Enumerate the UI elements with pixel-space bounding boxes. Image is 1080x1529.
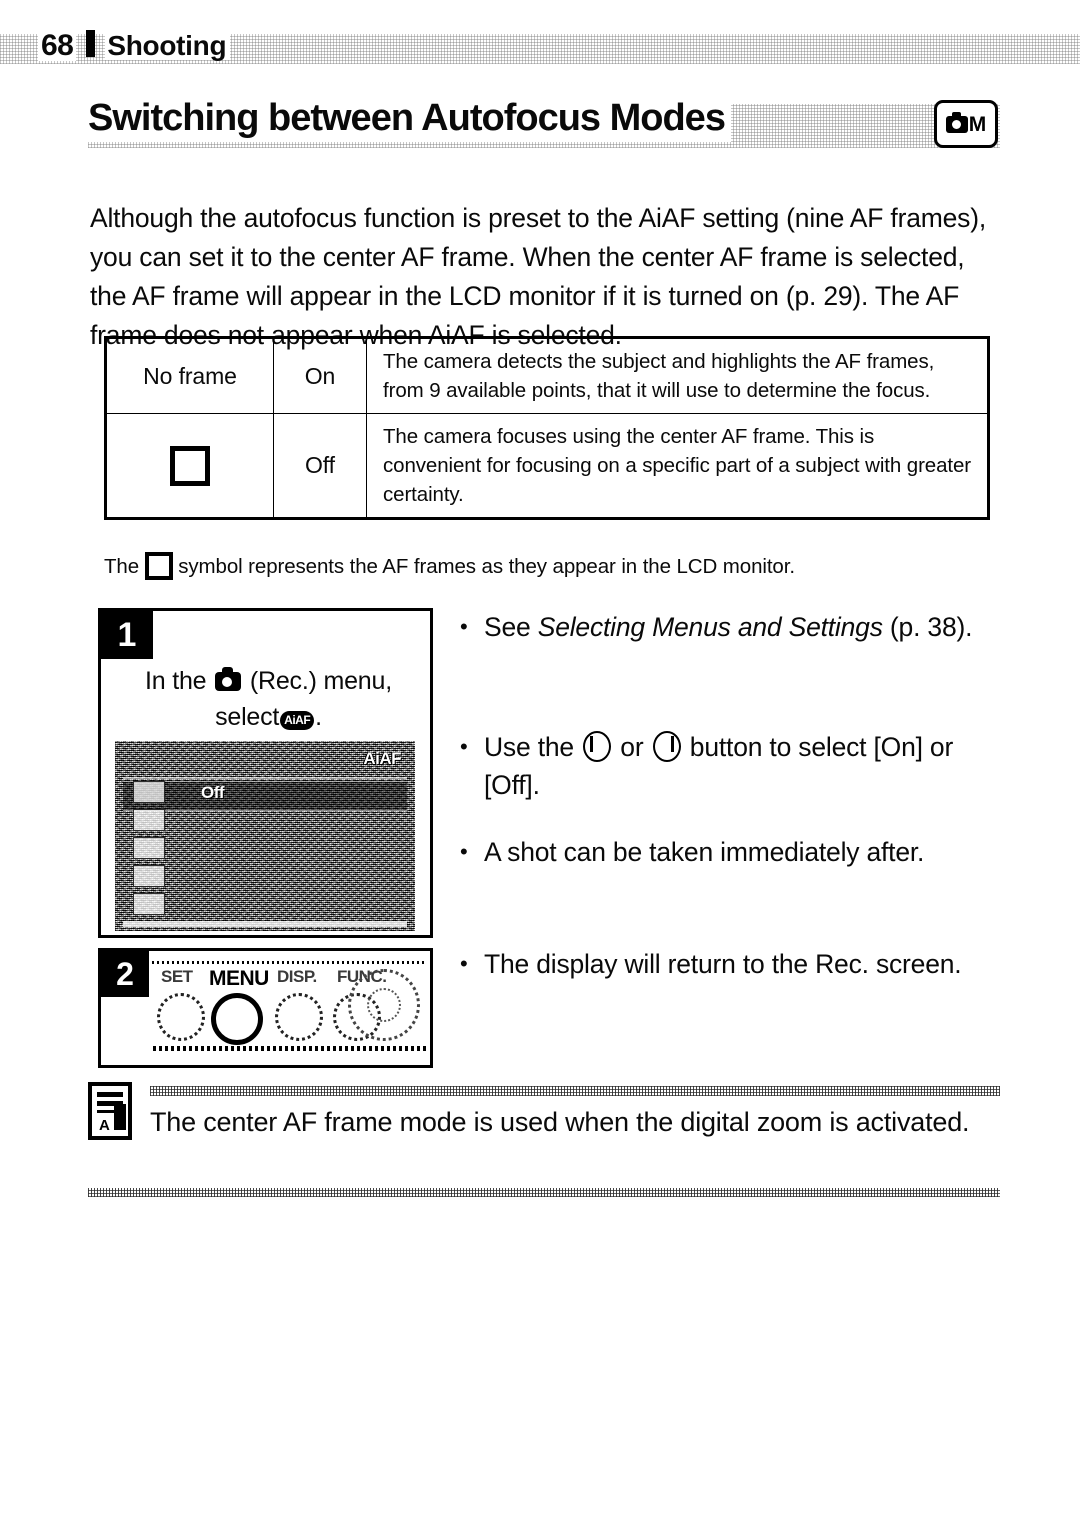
camera-edge-top	[147, 961, 426, 964]
bullet-display-returns: The display will return to the Rec. scre…	[458, 945, 962, 983]
mode-badge: M	[934, 100, 998, 148]
mode-badge-letter: M	[968, 112, 987, 136]
left-arrow-button-icon	[583, 731, 612, 762]
table-row: Off The camera focuses using the center …	[105, 413, 989, 519]
camera-icon	[215, 667, 242, 691]
lcd-menu-icon	[133, 837, 165, 859]
camera-button-label-set: SET	[161, 967, 193, 986]
page-header: 68 Shooting	[0, 28, 1080, 66]
row-state: Off	[273, 413, 367, 519]
camera-button-set[interactable]	[157, 993, 205, 1041]
memo-icon: A	[88, 1082, 132, 1140]
bullet-lead: Use the	[484, 732, 574, 762]
bullet-lead: See	[484, 612, 531, 642]
symbol-note: The symbol represents the AF frames as t…	[104, 551, 1004, 582]
header-tick-mark	[86, 30, 96, 57]
row-description: The camera focuses using the center AF f…	[366, 413, 989, 519]
lcd-menu-icon	[133, 781, 165, 803]
bullet-see-reference: See Selecting Menus and Settings (p. 38)…	[458, 608, 972, 646]
header-content: 68 Shooting	[38, 28, 231, 61]
lcd-menu-icon	[133, 865, 165, 887]
note-rule-top	[150, 1086, 1000, 1096]
camera-button-label-menu: MENU	[209, 967, 269, 990]
step-number-1: 1	[101, 611, 153, 659]
lcd-bottom-bar	[123, 921, 407, 927]
step-number-2: 2	[101, 951, 149, 997]
row-symbol: No frame	[105, 337, 274, 414]
lcd-menu-icon	[133, 809, 165, 831]
step-panel-1: 1 In the (Rec.) menu, select AiAF. AiAF O…	[98, 608, 433, 938]
af-mode-table: No frame On The camera detects the subje…	[104, 336, 990, 520]
section-heading: Switching between Autofocus Modes M	[88, 96, 1000, 152]
row-description: The camera detects the subject and highl…	[366, 337, 989, 414]
table-row: No frame On The camera detects the subje…	[105, 337, 989, 414]
caption-part-4: .	[315, 703, 322, 731]
aiaf-icon: AiAF	[280, 711, 315, 730]
camera-button-label-disp: DISP.	[277, 967, 317, 986]
af-frame-square-icon	[144, 551, 173, 580]
bullet-use-buttons: Use the or button to select [On] or [Off…	[458, 728, 1000, 804]
bullet-italic-reference: Selecting Menus and Settings	[537, 612, 883, 642]
bullet-mid: or	[620, 732, 644, 762]
bullet-shot-immediately: A shot can be taken immediately after.	[458, 833, 924, 871]
lcd-menu-icon-column	[133, 781, 179, 921]
intro-paragraph: Although the autofocus function is prese…	[90, 202, 987, 350]
chapter-title: Shooting	[105, 32, 231, 60]
lcd-menu-screenshot: AiAF Off	[115, 741, 415, 931]
section-title: Switching between Autofocus Modes	[88, 96, 731, 142]
right-arrow-button-icon	[652, 731, 681, 762]
camera-four-way-dial[interactable]	[348, 969, 420, 1041]
row-state: On	[273, 337, 367, 414]
note-text: The center AF frame mode is used when th…	[150, 1107, 970, 1137]
bullet-tail: (p. 38).	[889, 612, 973, 642]
step-panel-2: 2 SET MENU DISP. FUNC.	[98, 948, 433, 1068]
lcd-menu-icon	[133, 893, 165, 915]
row-symbol	[105, 413, 274, 519]
note-rule-bottom	[88, 1188, 1000, 1197]
caption-part-3: select	[215, 703, 280, 731]
symbol-note-suffix: symbol represents the AF frames as they …	[178, 555, 795, 578]
caption-part-1: In the	[145, 667, 207, 695]
camera-button-menu[interactable]	[211, 993, 263, 1045]
camera-back-illustration: SET MENU DISP. FUNC.	[147, 955, 426, 1061]
af-frame-square-icon	[170, 445, 210, 486]
step-1-caption: In the (Rec.) menu, select AiAF.	[101, 663, 436, 735]
camera-button-disp[interactable]	[275, 993, 323, 1041]
camera-edge-bottom	[153, 1046, 426, 1051]
symbol-note-prefix: The	[104, 555, 140, 578]
caption-part-2: (Rec.) menu,	[249, 667, 392, 695]
camera-icon	[945, 111, 968, 133]
page-number: 68	[38, 31, 77, 61]
lcd-mode-label: AiAF	[363, 749, 401, 768]
lcd-selected-value: Off	[201, 783, 225, 802]
